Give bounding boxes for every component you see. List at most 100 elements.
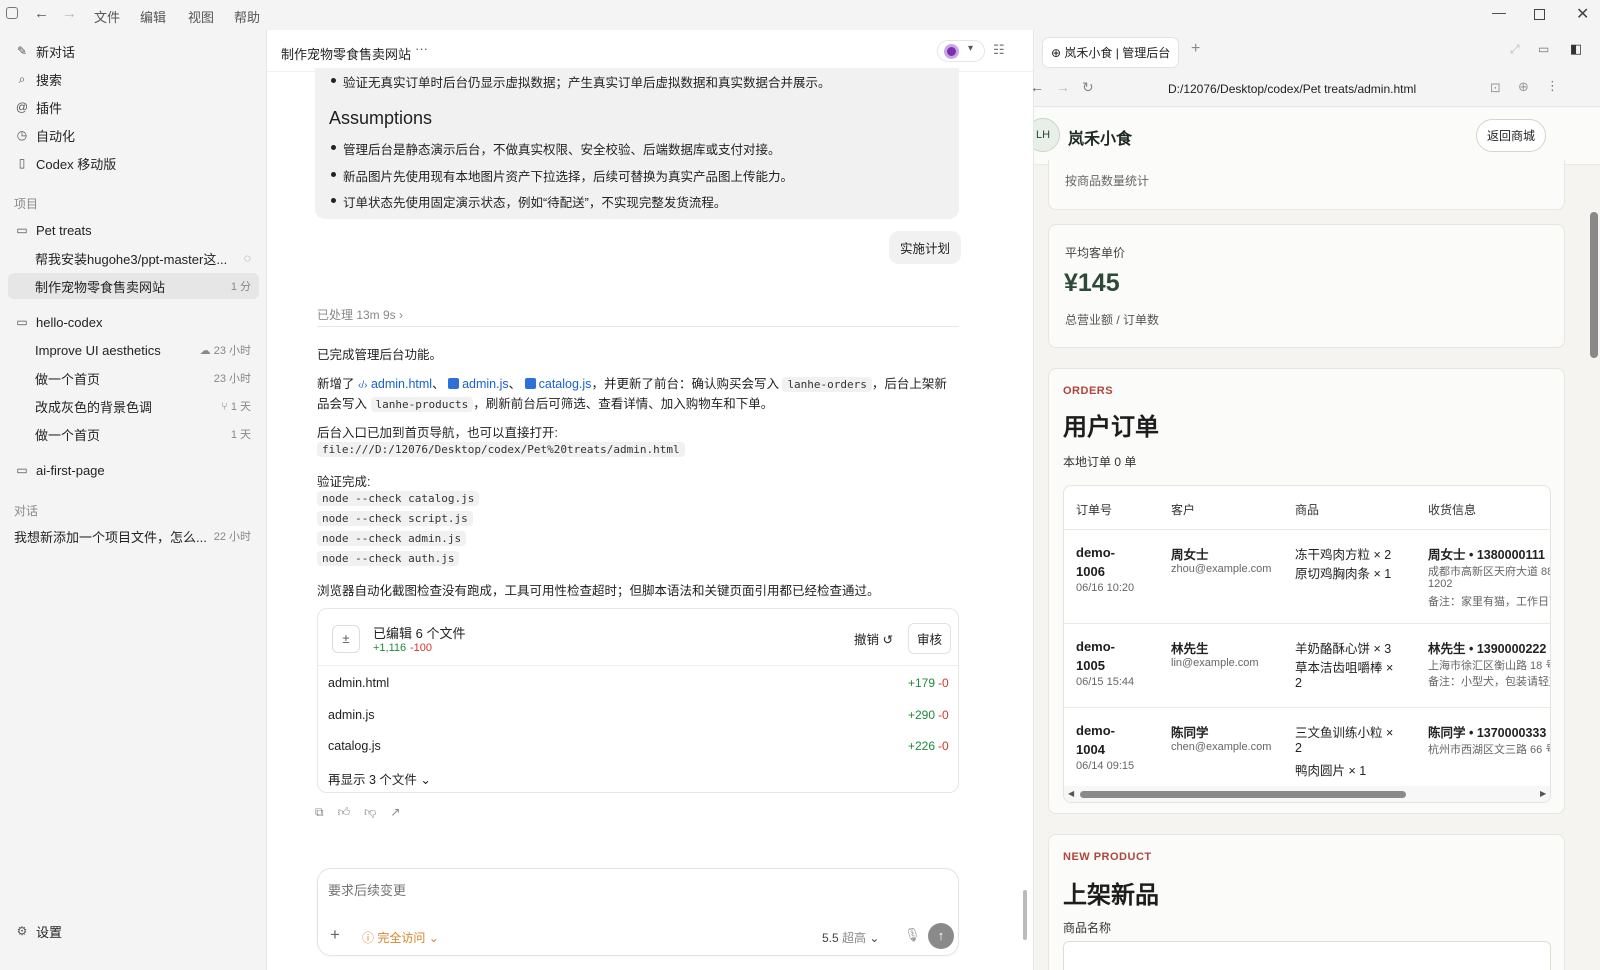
new-chat-item[interactable]: ✎ 新对话 — [8, 38, 259, 64]
edited-file-name[interactable]: admin.js — [328, 708, 375, 722]
file-link-admin-html[interactable]: ‹/› admin.html — [358, 377, 432, 391]
check-code: node --check admin.js — [317, 531, 467, 546]
edited-file-name[interactable]: catalog.js — [328, 739, 381, 753]
thumbs-down-icon[interactable]: 👎︎ — [364, 805, 390, 819]
project-label: hello-codex — [36, 314, 103, 330]
chevron-down-icon: ⌄ — [428, 931, 439, 945]
project-hello-codex[interactable]: ▭ hello-codex — [8, 309, 259, 335]
scroll-left-icon[interactable]: ◀ — [1068, 789, 1074, 798]
sidebar-toggle-icon[interactable] — [6, 7, 18, 19]
product-name-input[interactable] — [1063, 941, 1551, 970]
file-link-catalog-js[interactable]: catalog.js — [524, 377, 592, 391]
more-vertical-icon[interactable]: ⋮ — [1546, 78, 1559, 94]
chat-item[interactable]: 我想新添加一个项目文件，怎么... 22 小时 — [8, 523, 259, 549]
menu-help[interactable]: 帮助 — [234, 7, 260, 26]
thread-item-active[interactable]: 制作宠物零食售卖网站 1 分 — [8, 273, 259, 299]
table-header: 订单号 客户 商品 收货信息 — [1064, 486, 1550, 530]
mobile-item[interactable]: ▯ Codex 移动版 — [8, 150, 259, 176]
add-circle-icon[interactable]: ⊕ — [1518, 79, 1529, 95]
browser-tab-strip: ⊕ 岚禾小食 | 管理后台 + ⤢ ▭ ◧ — [1034, 30, 1600, 73]
stats-card-partial: 按商品数量统计 — [1048, 160, 1565, 210]
avg-label: 平均客单价 — [1065, 246, 1126, 260]
scrollbar-thumb[interactable] — [1023, 890, 1027, 940]
menu-view[interactable]: 视图 — [188, 7, 214, 26]
order-item: 冻干鸡肉方粒 × 2 — [1295, 548, 1392, 562]
screenshot-icon[interactable]: ⊡ — [1490, 80, 1501, 96]
panel-icon[interactable]: ▭ — [1538, 42, 1549, 56]
horizontal-scrollbar[interactable]: ◀ ▶ — [1064, 786, 1550, 802]
file-link-label: catalog.js — [538, 377, 592, 391]
plugins-item[interactable]: @ 插件 — [8, 94, 259, 120]
expand-icon[interactable]: ⤢ — [1510, 42, 1520, 57]
agent-avatar-icon — [944, 44, 959, 59]
thread-time: ☁ 23 小时 — [200, 342, 251, 358]
sidebar-label: 插件 — [36, 100, 63, 116]
undo-button[interactable]: 撤销 ↺ — [854, 629, 893, 648]
automation-item[interactable]: ◷ 自动化 — [8, 122, 259, 148]
menu-edit[interactable]: 编辑 — [140, 7, 166, 26]
scrollbar-thumb[interactable] — [1080, 791, 1406, 798]
search-item[interactable]: ⌕ 搜索 — [8, 66, 259, 92]
sidebar-right-icon[interactable]: ◧ — [1570, 41, 1582, 57]
chat-time: 22 小时 — [213, 531, 251, 543]
edited-file-name[interactable]: admin.html — [328, 676, 389, 690]
ship-note: 备注：家里有猫，工作日下午 — [1428, 596, 1550, 608]
close-icon[interactable]: ✕ — [1576, 4, 1589, 24]
send-button[interactable]: ↑ — [928, 923, 954, 949]
thread-item[interactable]: 做一个首页 1 天 — [8, 421, 259, 447]
new-product-title: 上架新品 — [1063, 882, 1159, 909]
thumbs-up-icon[interactable]: 👍︎ — [338, 805, 365, 819]
orders-title: 用户订单 — [1063, 414, 1159, 441]
menu-file[interactable]: 文件 — [94, 7, 120, 26]
file-removed: -0 — [938, 708, 949, 722]
check-code: node --check auth.js — [317, 551, 460, 566]
processed-toggle[interactable]: 已处理 13m 9s › — [317, 306, 403, 323]
review-button[interactable]: 审核 — [908, 623, 952, 654]
undo-icon: ↺ — [882, 633, 893, 647]
file-added: +179 — [908, 676, 936, 690]
followup-input[interactable] — [328, 879, 928, 901]
access-mode-button[interactable]: ⓘ 完全访问 ⌄ — [362, 929, 439, 946]
browser-tab[interactable]: ⊕ 岚禾小食 | 管理后台 — [1042, 37, 1180, 68]
back-arrow-icon[interactable]: ← — [34, 5, 49, 22]
list-icon[interactable]: ☷ — [993, 42, 1005, 58]
maximize-icon[interactable] — [1534, 9, 1545, 20]
divider — [317, 326, 959, 327]
file-link-admin-js[interactable]: admin.js — [448, 377, 509, 391]
agent-selector[interactable]: ▾ — [937, 40, 985, 62]
forward-arrow-icon[interactable]: → — [62, 5, 77, 22]
assumption-item: 订单状态先使用固定演示状态，例如“待配送”，不实现完整发货流程。 — [330, 192, 726, 211]
order-date: 06/15 15:44 — [1076, 676, 1135, 688]
more-options-button[interactable]: ··· — [415, 41, 428, 56]
table-row[interactable]: demo-1006 06/16 10:20 周女士 zhou@example.c… — [1064, 530, 1550, 624]
scroll-right-icon[interactable]: ▶ — [1540, 789, 1546, 798]
thread-item[interactable]: Improve UI aesthetics ☁ 23 小时 — [8, 337, 259, 363]
thread-item[interactable]: 做一个首页 23 小时 — [8, 365, 259, 391]
new-tab-icon[interactable]: + — [1191, 40, 1200, 58]
thread-item[interactable]: 帮我安装hugohe3/ppt-master这... ◌ — [8, 245, 259, 271]
chevron-down-icon: ⌄ — [420, 773, 431, 787]
back-to-store-button[interactable]: 返回商城 — [1476, 119, 1547, 152]
reload-icon[interactable]: ↻ — [1082, 79, 1094, 96]
check-code: node --check catalog.js — [317, 491, 480, 506]
settings-item[interactable]: ⚙ 设置 — [8, 918, 259, 944]
table-row[interactable]: demo-1004 06/14 09:15 陈同学 chen@example.c… — [1064, 708, 1550, 784]
address-bar[interactable]: D:/12076/Desktop/codex/Pet treats/admin.… — [1168, 82, 1416, 96]
model-selector[interactable]: 5.5 超高 ⌄ — [822, 929, 879, 946]
file-link-label: admin.js — [462, 377, 509, 391]
add-icon[interactable]: + — [330, 925, 340, 945]
project-ai-first-page[interactable]: ▭ ai-first-page — [8, 457, 259, 483]
back-arrow-icon[interactable]: ← — [1030, 79, 1044, 95]
page-scrollbar-thumb[interactable] — [1590, 212, 1598, 358]
thread-item[interactable]: 改成灰色的背景色调 ⑂ 1 天 — [8, 393, 259, 419]
table-row[interactable]: demo-1005 06/15 15:44 林先生 lin@example.co… — [1064, 624, 1550, 708]
show-more-files-button[interactable]: 再显示 3 个文件 ⌄ — [328, 769, 431, 788]
share-icon[interactable]: ↗ — [390, 805, 414, 819]
minimize-icon[interactable]: — — [1492, 4, 1506, 20]
copy-icon[interactable]: ⧉ — [315, 805, 338, 819]
browser-check-note: 浏览器自动化截图检查没有跑成，工具可用性检查超时；但脚本语法和关键页面引用都已经… — [317, 584, 880, 598]
project-pet-treats[interactable]: ▭ Pet treats — [8, 217, 259, 243]
assumption-item: 新品图片先使用现有本地图片资产下拉选择，后续可替换为真实产品图上传能力。 — [330, 166, 793, 185]
microphone-icon[interactable]: 🎙︎ — [904, 927, 921, 943]
forward-arrow-icon[interactable]: → — [1056, 79, 1070, 95]
